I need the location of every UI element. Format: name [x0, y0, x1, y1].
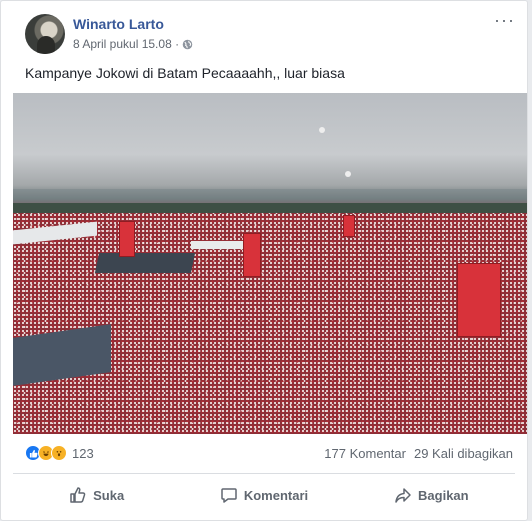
post-photo[interactable]	[13, 93, 527, 434]
photo-balloon	[319, 127, 325, 133]
photo-tower	[343, 215, 355, 237]
photo-crowd	[13, 213, 527, 434]
post-meta: 8 April pukul 15.08 ·	[73, 37, 193, 51]
reaction-count[interactable]: 123	[72, 446, 94, 461]
actions-divider	[13, 473, 515, 474]
comment-button[interactable]: Komentari	[180, 478, 347, 512]
thumbs-up-icon	[70, 487, 86, 503]
post-text: Kampanye Jokowi di Batam Pecaaaahh,, lua…	[25, 65, 345, 81]
post-timestamp[interactable]: 8 April pukul 15.08 ·	[73, 37, 179, 51]
share-button[interactable]: Bagikan	[348, 478, 515, 512]
ellipsis-icon[interactable]: ···	[494, 11, 515, 29]
reaction-summary[interactable]: 123	[25, 445, 94, 461]
comment-icon	[221, 488, 237, 503]
photo-banner	[94, 253, 196, 273]
wow-reaction-icon	[51, 445, 67, 461]
action-bar: Suka Komentari Bagikan	[13, 478, 515, 512]
post-card: Winarto Larto 8 April pukul 15.08 · ··· …	[0, 0, 528, 521]
photo-tent	[191, 241, 243, 249]
photo-tower	[457, 263, 501, 337]
photo-balloon	[345, 171, 351, 177]
comment-count[interactable]: 177 Komentar	[324, 446, 406, 461]
like-button[interactable]: Suka	[13, 478, 180, 512]
photo-treeline	[13, 203, 527, 213]
engagement-stats: 177 Komentar 29 Kali dibagikan	[324, 446, 513, 461]
comment-label: Komentari	[243, 487, 309, 503]
photo-tower	[243, 233, 261, 277]
avatar[interactable]	[25, 14, 65, 54]
author-name[interactable]: Winarto Larto	[73, 16, 164, 32]
share-label: Bagikan	[418, 487, 469, 503]
photo-tower	[119, 221, 135, 257]
globe-icon[interactable]	[182, 39, 193, 50]
like-label: Suka	[93, 487, 125, 503]
share-icon	[395, 488, 411, 503]
post-header: Winarto Larto 8 April pukul 15.08 · ···	[25, 11, 515, 56]
share-count[interactable]: 29 Kali dibagikan	[414, 446, 513, 461]
